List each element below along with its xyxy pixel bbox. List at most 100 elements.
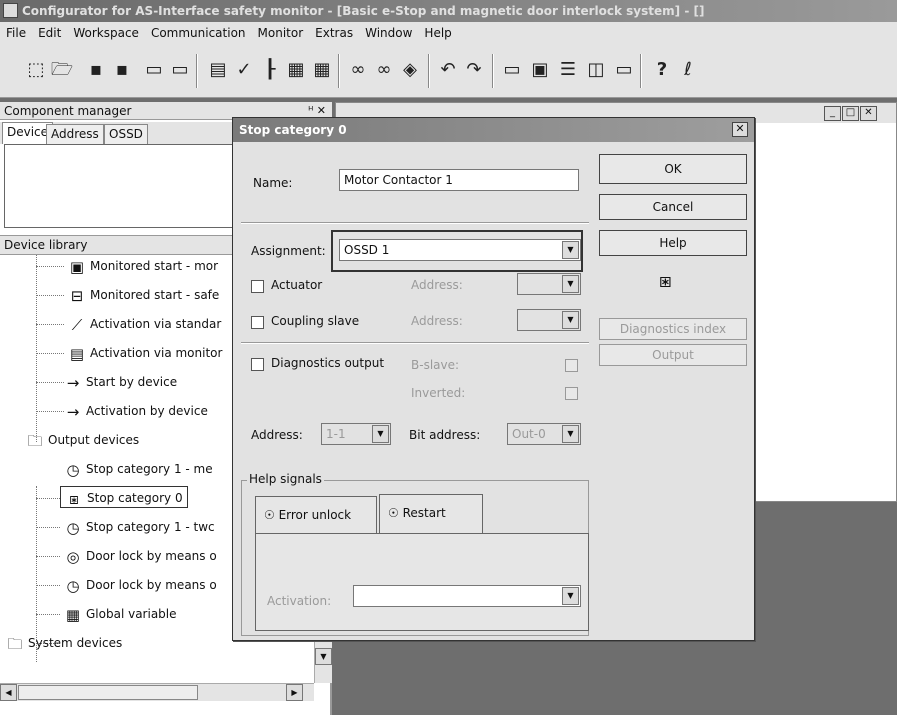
maximize-icon[interactable]: □ bbox=[842, 106, 859, 121]
list-item[interactable]: ▣ Monitored start - mor bbox=[64, 255, 218, 277]
monitored-start-icon: ▣ bbox=[69, 257, 85, 276]
menu-extras[interactable]: Extras bbox=[309, 22, 359, 41]
tree-icon[interactable]: ┠ bbox=[258, 58, 282, 82]
tile-horizontal-icon[interactable]: ☰ bbox=[556, 58, 580, 82]
glasses-icon[interactable]: ∞ bbox=[346, 58, 370, 82]
help-icon[interactable]: ? bbox=[650, 58, 674, 82]
list-item[interactable]: ⟋ Activation via standar bbox=[64, 313, 222, 335]
close-icon[interactable]: ✕ bbox=[732, 122, 748, 137]
chevron-down-icon[interactable]: ▼ bbox=[562, 241, 579, 259]
name-label: Name: bbox=[253, 176, 293, 190]
save-icon[interactable]: ▪ bbox=[84, 58, 108, 82]
address-select[interactable]: 1-1 ▼ bbox=[321, 423, 391, 445]
tab-address[interactable]: Address bbox=[46, 124, 104, 144]
save-as-icon[interactable]: ▪ bbox=[110, 58, 134, 82]
ok-button[interactable]: OK bbox=[599, 154, 747, 184]
coupling-address-label: Address: bbox=[411, 314, 463, 328]
menu-monitor[interactable]: Monitor bbox=[252, 22, 310, 41]
scroll-thumb[interactable] bbox=[18, 685, 198, 700]
tile-vertical-icon[interactable]: ◫ bbox=[584, 58, 608, 82]
document2-icon[interactable]: ▦ bbox=[310, 58, 334, 82]
list-item[interactable]: ◷ Stop category 1 - twc bbox=[60, 516, 214, 538]
list-item[interactable]: ◷ Door lock by means o bbox=[60, 574, 216, 596]
name-input[interactable]: Motor Contactor 1 bbox=[339, 169, 579, 191]
close-icon[interactable]: ✕ bbox=[860, 106, 877, 121]
redo-icon[interactable]: ↷ bbox=[462, 58, 486, 82]
document-icon[interactable]: ▦ bbox=[284, 58, 308, 82]
menu-help[interactable]: Help bbox=[418, 22, 457, 41]
context-help-icon[interactable]: ℓ bbox=[676, 58, 700, 82]
bit-address-value: Out-0 bbox=[512, 427, 546, 441]
coupling-slave-label: Coupling slave bbox=[271, 314, 360, 328]
cancel-button[interactable]: Cancel bbox=[599, 194, 747, 220]
list-item[interactable]: ⊟ Monitored start - safe bbox=[64, 284, 220, 306]
undo-icon[interactable]: ↶ bbox=[436, 58, 460, 82]
app-icon bbox=[3, 3, 18, 18]
list-item[interactable]: ◷ Stop category 1 - me bbox=[60, 458, 212, 480]
chevron-down-icon[interactable]: ▼ bbox=[562, 425, 579, 443]
list-item-selected[interactable]: ⧆ Stop category 0 bbox=[60, 486, 188, 508]
new-icon[interactable]: ⬚ bbox=[24, 58, 48, 82]
coupling-slave-checkbox[interactable] bbox=[251, 316, 264, 329]
activation-monitor-icon: ▤ bbox=[69, 344, 85, 363]
monitored-start-safe-icon: ⊟ bbox=[70, 286, 84, 305]
window-icon[interactable]: ▭ bbox=[500, 58, 524, 82]
minimize-icon[interactable]: _ bbox=[824, 106, 841, 121]
chevron-down-icon: ▼ bbox=[562, 275, 579, 293]
print-icon[interactable]: ▭ bbox=[142, 58, 166, 82]
actuator-checkbox[interactable] bbox=[251, 280, 264, 293]
horizontal-scrollbar[interactable]: ◀ ▶ bbox=[0, 683, 314, 701]
list-item[interactable]: → Activation by device bbox=[60, 400, 208, 422]
diagnostics-output-label: Diagnostics output bbox=[271, 356, 385, 370]
scroll-right-icon[interactable]: ▶ bbox=[286, 684, 303, 701]
contactor-icon: ⧆ bbox=[69, 489, 79, 508]
diagnostics-output-checkbox[interactable] bbox=[251, 358, 264, 371]
tab-restart[interactable]: ☉ Restart bbox=[379, 494, 483, 534]
chevron-down-icon: ▼ bbox=[562, 311, 579, 329]
b-slave-label: B-slave: bbox=[411, 358, 460, 372]
bit-address-select[interactable]: Out-0 ▼ bbox=[507, 423, 581, 445]
scroll-down-icon[interactable]: ▼ bbox=[315, 648, 332, 665]
actuator-address-select: ▼ bbox=[517, 273, 581, 295]
activation-switch-icon: ⟋ bbox=[71, 315, 83, 334]
help-button[interactable]: Help bbox=[599, 230, 747, 256]
diamond-icon[interactable]: ◈ bbox=[398, 58, 422, 82]
list-item[interactable]: ◎ Door lock by means o bbox=[60, 545, 216, 567]
menu-bar: File Edit Workspace Communication Monitor Ext… bbox=[0, 22, 897, 44]
open-icon[interactable]: 🗁 bbox=[50, 58, 74, 82]
menu-workspace[interactable]: Workspace bbox=[67, 22, 145, 41]
activation-select[interactable]: ▼ bbox=[353, 585, 581, 607]
tab-ossd[interactable]: OSSD bbox=[104, 124, 148, 144]
glasses2-icon[interactable]: ∞ bbox=[372, 58, 396, 82]
bit-address-label: Bit address: bbox=[409, 428, 481, 442]
menu-communication[interactable]: Communication bbox=[145, 22, 252, 41]
folder-icon: 🗀 bbox=[7, 634, 23, 653]
list-item[interactable]: → Start by device bbox=[60, 371, 177, 393]
folder-icon: 🗀 bbox=[27, 431, 43, 450]
address-label: Address: bbox=[251, 428, 303, 442]
print-preview-icon[interactable]: ▭ bbox=[168, 58, 192, 82]
chevron-down-icon[interactable]: ▼ bbox=[562, 587, 579, 605]
window2-icon[interactable]: ▭ bbox=[612, 58, 636, 82]
device-library-title: Device library bbox=[4, 238, 88, 252]
check-icon[interactable]: ✓ bbox=[232, 58, 256, 82]
dialog-title: Stop category 0 bbox=[239, 123, 347, 137]
chevron-down-icon[interactable]: ▼ bbox=[372, 425, 389, 443]
menu-file[interactable]: File bbox=[0, 22, 32, 41]
menu-edit[interactable]: Edit bbox=[32, 22, 67, 41]
tab-error-unlock[interactable]: ☉ Error unlock bbox=[255, 496, 377, 534]
tree-folder[interactable]: 🗀 System devices bbox=[2, 632, 122, 654]
stop-cat1-two-icon: ◷ bbox=[66, 518, 80, 537]
list-item[interactable]: ▦ Global variable bbox=[60, 603, 177, 625]
scroll-left-icon[interactable]: ◀ bbox=[0, 684, 17, 701]
help-signals-label: Help signals bbox=[247, 472, 324, 486]
list-item[interactable]: ▤ Activation via monitor bbox=[64, 342, 223, 364]
cascade-icon[interactable]: ▣ bbox=[528, 58, 552, 82]
assignment-select[interactable]: OSSD 1 ▼ bbox=[339, 239, 581, 261]
help-signals-tab-panel bbox=[255, 533, 589, 631]
activation-label: Activation: bbox=[267, 594, 332, 608]
insert-device-icon[interactable]: ▤ bbox=[206, 58, 230, 82]
activation-device-icon: → bbox=[66, 402, 80, 421]
tree-folder[interactable]: 🗀 Output devices bbox=[22, 429, 139, 451]
menu-window[interactable]: Window bbox=[359, 22, 418, 41]
